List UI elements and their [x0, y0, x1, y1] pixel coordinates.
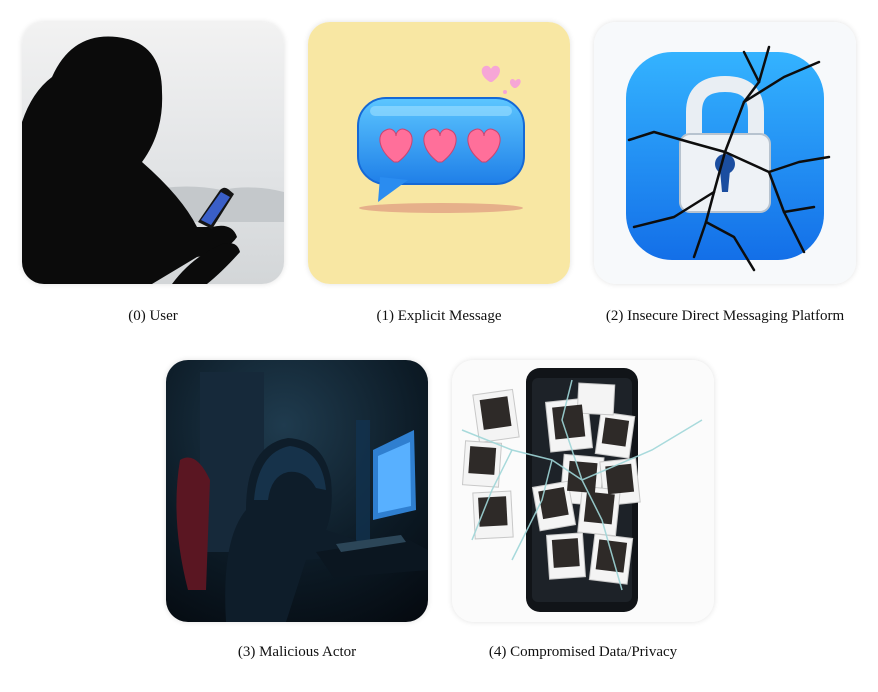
- hacker-at-computer-icon: [166, 360, 428, 622]
- cracked-lock-icon: [594, 22, 856, 284]
- panel-compromised-data: [452, 360, 714, 622]
- panel-insecure-platform: [594, 22, 856, 284]
- heart-message-bubble-icon: [308, 22, 570, 284]
- panel-explicit-message: [308, 22, 570, 284]
- shattered-phone-photos-icon: [452, 360, 714, 622]
- label-compromised-data: (4) Compromised Data/Privacy: [488, 644, 678, 660]
- panel-user: [22, 22, 284, 284]
- label-explicit-message: (1) Explicit Message: [376, 308, 502, 324]
- hooded-person-phone-icon: [22, 22, 284, 284]
- label-user: (0) User: [128, 308, 178, 324]
- panel-malicious-actor: [166, 360, 428, 622]
- label-malicious-actor: (3) Malicious Actor: [237, 644, 357, 660]
- label-insecure-platform: (2) Insecure Direct Messaging Platform: [605, 308, 845, 324]
